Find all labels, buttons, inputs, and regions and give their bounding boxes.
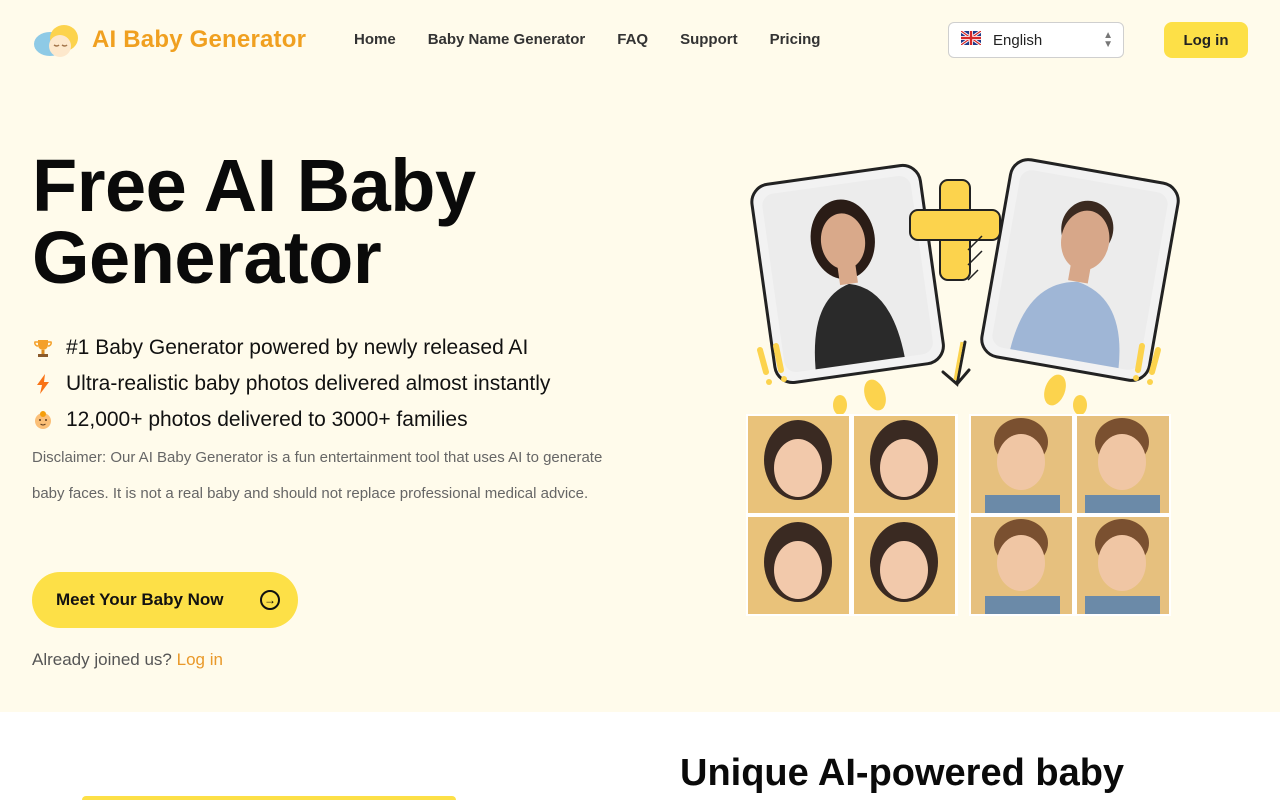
trophy-icon xyxy=(32,337,54,359)
feature-item: 12,000+ photos delivered to 3000+ famili… xyxy=(32,402,550,438)
hero-title-line1: Free AI Baby xyxy=(32,144,476,227)
uk-flag-icon xyxy=(960,29,982,50)
section-title: Unique AI-powered baby xyxy=(680,752,1125,794)
generated-girls-grid xyxy=(746,414,958,616)
cloud-baby-logo-icon xyxy=(32,22,82,58)
nav-support[interactable]: Support xyxy=(680,31,738,48)
nav-faq[interactable]: FAQ xyxy=(617,31,648,48)
language-value: English xyxy=(993,31,1043,49)
login-button[interactable]: Log in xyxy=(1164,22,1248,58)
chevron-updown-icon: ▲ ▼ xyxy=(1103,30,1113,50)
meet-your-baby-button[interactable]: Meet Your Baby Now → xyxy=(32,572,298,628)
already-joined-text: Already joined us? Log in xyxy=(32,650,223,670)
main-nav: Home Baby Name Generator FAQ Support Pri… xyxy=(354,31,852,48)
site-header: AI Baby Generator Home Baby Name Generat… xyxy=(0,0,1280,80)
cta-label: Meet Your Baby Now xyxy=(56,590,224,609)
baby-face-icon xyxy=(32,409,54,431)
nav-baby-name-generator[interactable]: Baby Name Generator xyxy=(428,31,586,48)
feature-list: #1 Baby Generator powered by newly relea… xyxy=(32,330,550,438)
hero-title-line2: Generator xyxy=(32,216,382,299)
hero-title: Free AI Baby Generator xyxy=(32,149,592,295)
footprints-icon xyxy=(833,374,1087,415)
generated-boys-grid xyxy=(969,414,1171,616)
disclaimer-text: Disclaimer: Our AI Baby Generator is a f… xyxy=(32,449,603,502)
section-image-frame xyxy=(82,796,456,800)
feature-item: #1 Baby Generator powered by newly relea… xyxy=(32,330,550,366)
language-select[interactable]: English ▲ ▼ xyxy=(948,22,1124,58)
joined-label: Already joined us? xyxy=(32,650,172,669)
feature-text: Ultra-realistic baby photos delivered al… xyxy=(66,372,551,395)
arrow-down-icon xyxy=(941,340,971,387)
arrow-right-circle-icon: → xyxy=(260,590,280,610)
features-section: Unique AI-powered baby xyxy=(0,712,1280,800)
nav-pricing[interactable]: Pricing xyxy=(770,31,821,48)
feature-text: #1 Baby Generator powered by newly relea… xyxy=(66,336,529,359)
nav-home[interactable]: Home xyxy=(354,31,396,48)
father-photo xyxy=(980,158,1180,382)
brand-logo[interactable]: AI Baby Generator xyxy=(32,22,306,58)
lightning-icon xyxy=(32,373,54,395)
brand-name: AI Baby Generator xyxy=(92,26,307,53)
feature-item: Ultra-realistic baby photos delivered al… xyxy=(32,366,550,402)
login-link[interactable]: Log in xyxy=(177,650,223,669)
hero-illustration xyxy=(740,150,1180,620)
feature-text: 12,000+ photos delivered to 3000+ famili… xyxy=(66,408,468,431)
